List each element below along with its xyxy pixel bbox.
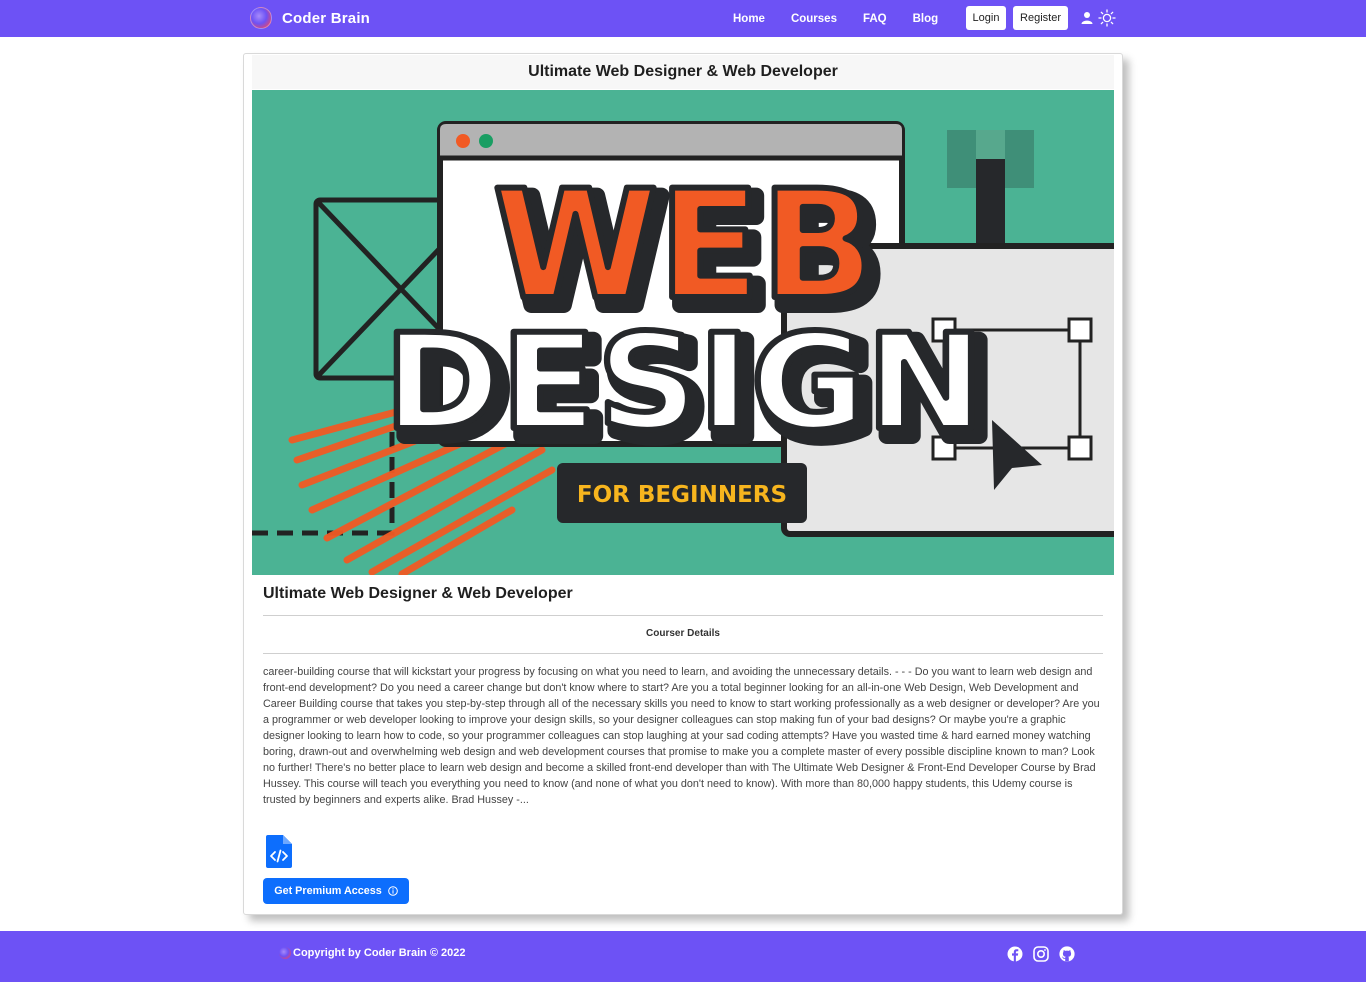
footer: Copyright by Coder Brain © 2022 [0, 931, 1366, 982]
brain-logo-icon [250, 7, 272, 29]
register-button[interactable]: Register [1013, 6, 1068, 30]
nav-link-courses[interactable]: Courses [778, 13, 850, 25]
instagram-icon[interactable] [1033, 946, 1049, 962]
card-header-title: Ultimate Web Designer & Web Developer [252, 55, 1114, 89]
login-button[interactable]: Login [966, 6, 1006, 30]
divider [263, 653, 1103, 654]
banner-tagline: FOR BEGINNERS [577, 482, 787, 508]
brand[interactable]: Coder Brain [250, 7, 370, 29]
course-card: Ultimate Web Designer & Web Developer WE… [243, 53, 1123, 915]
nav-link-blog[interactable]: Blog [900, 13, 952, 25]
sun-icon[interactable] [1098, 9, 1116, 27]
nav-link-faq[interactable]: FAQ [850, 13, 900, 25]
footer-copyright: Copyright by Coder Brain © 2022 [293, 947, 466, 959]
github-icon[interactable] [1059, 946, 1075, 962]
nav-link-home[interactable]: Home [720, 13, 778, 25]
info-icon [388, 886, 398, 896]
course-banner-image: WEB WEB DESIGN DESIGN FOR BEGINNERS [252, 90, 1114, 575]
brain-logo-icon [279, 947, 291, 959]
footer-copyright-wrap: Copyright by Coder Brain © 2022 [279, 947, 466, 959]
premium-button-label: Get Premium Access [274, 885, 382, 897]
user-icon[interactable] [1080, 11, 1094, 25]
get-premium-access-button[interactable]: Get Premium Access [263, 878, 409, 904]
banner-line2: DESIGN [384, 306, 984, 460]
course-details-label: Courser Details [646, 628, 720, 639]
nav-links: Home Courses FAQ Blog [720, 0, 951, 37]
facebook-icon[interactable] [1007, 946, 1023, 962]
navbar: Coder Brain Home Courses FAQ Blog Login … [0, 0, 1366, 37]
course-description: career-building course that will kicksta… [263, 666, 1100, 806]
divider [263, 615, 1103, 616]
brand-name: Coder Brain [282, 9, 371, 27]
course-title: Ultimate Web Designer & Web Developer [263, 585, 573, 602]
file-code-icon [266, 835, 292, 868]
